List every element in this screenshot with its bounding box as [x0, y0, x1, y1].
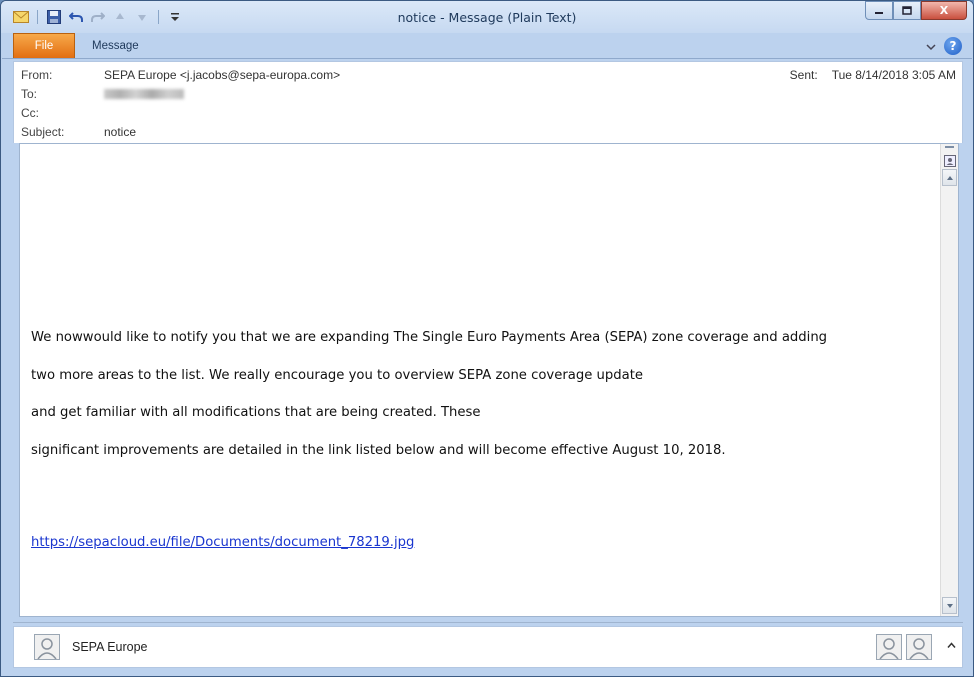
minimize-button[interactable] [865, 1, 893, 20]
tab-message[interactable]: Message [86, 33, 145, 58]
ribbon-tabs: File Message ? [2, 33, 972, 59]
window-title: notice - Message (Plain Text) [397, 10, 577, 25]
tab-file[interactable]: File [13, 33, 75, 58]
sender-avatar[interactable] [34, 634, 60, 660]
body-line: and get familiar with all modifications … [31, 405, 481, 421]
contact-card-icon[interactable] [944, 152, 956, 167]
body-line: two more areas to the list. We really en… [31, 367, 643, 383]
title-bar: notice - Message (Plain Text) X [1, 1, 973, 33]
cc-label: Cc: [21, 106, 39, 120]
split-grip-icon[interactable] [945, 146, 954, 148]
sent-label: Sent: [789, 68, 818, 82]
help-icon[interactable]: ? [944, 36, 962, 55]
people-pane: SEPA Europe [13, 626, 963, 668]
to-label: To: [21, 87, 38, 101]
message-header: From: SEPA Europe <j.jacobs@sepa-europa.… [13, 61, 963, 143]
from-row: From: SEPA Europe <j.jacobs@sepa-europa.… [21, 66, 340, 84]
subject-value: notice [104, 125, 137, 139]
document-link[interactable]: https://sepacloud.eu/file/Documents/docu… [31, 535, 414, 550]
ribbon-right-controls: ? [926, 36, 962, 55]
cc-row: Cc: [21, 104, 104, 122]
message-body[interactable]: We nowwould like to notify you that we a… [19, 143, 959, 617]
from-label: From: [21, 68, 53, 82]
subject-row: Subject: notice [21, 123, 136, 141]
body-text: We nowwould like to notify you that we a… [31, 328, 827, 478]
contact-avatar-icon[interactable] [876, 634, 902, 660]
vertical-scrollbar[interactable] [940, 144, 958, 616]
window-controls: X [865, 1, 967, 20]
subject-label: Subject: [21, 125, 65, 139]
scroll-up-button[interactable] [942, 169, 957, 186]
scroll-down-button[interactable] [942, 597, 957, 614]
maximize-button[interactable] [893, 1, 921, 20]
minimize-ribbon-icon[interactable] [926, 36, 936, 55]
close-button[interactable]: X [921, 1, 967, 20]
sent-info: Sent: Tue 8/14/2018 3:05 AM [790, 68, 956, 82]
body-line: significant improvements are detailed in… [31, 442, 726, 458]
message-window: notice - Message (Plain Text) X File Mes… [0, 0, 974, 677]
redacted-recipient [104, 89, 184, 99]
sender-address[interactable]: SEPA Europe <j.jacobs@sepa-europa.com> [104, 68, 340, 82]
contact-avatar-icon[interactable] [906, 634, 932, 660]
people-pane-name[interactable]: SEPA Europe [72, 640, 148, 654]
body-line: We nowwould like to notify you that we a… [31, 330, 828, 345]
expand-people-pane-icon[interactable] [947, 639, 956, 652]
to-row: To: [21, 85, 184, 103]
sent-value: Tue 8/14/2018 3:05 AM [831, 68, 956, 82]
people-pane-divider [13, 622, 963, 623]
